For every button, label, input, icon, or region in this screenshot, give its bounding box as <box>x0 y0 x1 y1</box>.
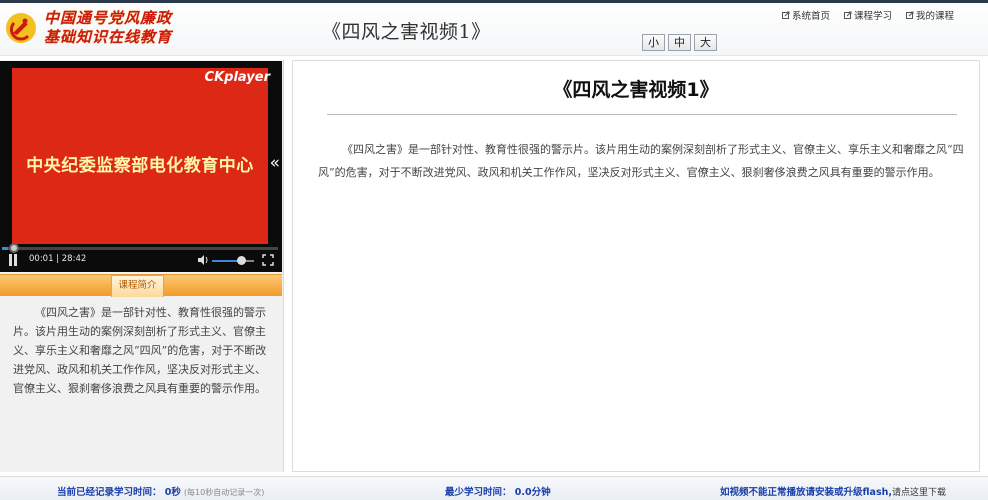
playback-time: 00:01 | 28:42 <box>29 254 87 264</box>
nav-course-study-label: 课程学习 <box>853 11 892 22</box>
video-screen[interactable]: 中央纪委监察部电化教育中心 <box>12 68 268 244</box>
nav-course-study-link[interactable]: 课程学习 <box>843 8 892 22</box>
flash-download-link[interactable]: 请点这里下载 <box>892 488 946 498</box>
nav-my-courses-link[interactable]: 我的课程 <box>905 8 954 22</box>
logo-line-2: 基础知识在线教育 <box>44 28 173 46</box>
volume-knob[interactable] <box>237 256 246 265</box>
min-study-time: 最少学习时间： 0.0分钟 <box>445 487 551 498</box>
recorded-time-status: 当前已经记录学习时间： 0秒 (每10秒自动记录一次) <box>57 484 264 498</box>
recorded-time-label: 当前已经记录学习时间： 0秒 <box>57 487 181 498</box>
nav-home-link[interactable]: 系统首页 <box>781 8 830 22</box>
top-nav: 系统首页 课程学习 我的课程 <box>781 8 954 22</box>
title-divider <box>327 114 957 115</box>
party-emblem-icon <box>6 13 36 43</box>
logo-line-1: 中国通号党风廉政 <box>44 9 173 27</box>
tab-course-intro[interactable]: 课程简介 <box>111 275 164 297</box>
font-medium-button[interactable]: 中 <box>668 34 691 51</box>
left-panel: 中央纪委监察部电化教育中心 CKplayer « 00:01 | 28:42 课… <box>0 60 284 472</box>
content-text: 《四风之害》是一部针对性、教育性很强的警示片。该片用生动的案例深刻剖析了形式主义… <box>318 143 964 179</box>
nav-home-label: 系统首页 <box>791 11 830 22</box>
player-controls: 00:01 | 28:42 <box>0 251 282 272</box>
flash-notice[interactable]: 如视频不能正常播放请安装或升级flash,请点这里下载 <box>720 484 946 498</box>
external-link-icon <box>905 11 914 19</box>
fullscreen-icon[interactable] <box>262 254 274 266</box>
progress-fill <box>2 247 8 250</box>
course-intro-text: 《四风之害》是一部针对性、教育性很强的警示片。该片用生动的案例深刻剖析了形式主义… <box>13 306 267 395</box>
player-brand: CKplayer <box>204 70 270 85</box>
site-logo[interactable]: 中国通号党风廉政 基础知识在线教育 <box>4 9 172 47</box>
nav-my-courses-label: 我的课程 <box>915 11 954 22</box>
intro-tab-bar: 课程简介 <box>0 274 282 297</box>
recorded-time-note: (每10秒自动记录一次) <box>183 488 265 497</box>
font-small-button[interactable]: 小 <box>642 34 665 51</box>
top-border <box>0 0 988 3</box>
header: 中国通号党风廉政 基础知识在线教育 《四风之害视频1》 小 中 大 系统首页 课… <box>0 0 988 56</box>
font-size-switcher: 小 中 大 <box>642 34 717 51</box>
pause-icon[interactable] <box>8 254 18 266</box>
flash-notice-text: 如视频不能正常播放请安装或升级flash, <box>720 487 892 498</box>
external-link-icon <box>781 11 790 19</box>
font-large-button[interactable]: 大 <box>694 34 717 51</box>
footer-status-bar: 当前已经记录学习时间： 0秒 (每10秒自动记录一次) 最少学习时间： 0.0分钟… <box>0 476 988 500</box>
volume-slider[interactable] <box>212 260 254 262</box>
progress-bar[interactable] <box>2 247 278 250</box>
video-player[interactable]: 中央纪委监察部电化教育中心 CKplayer « 00:01 | 28:42 <box>0 61 282 272</box>
volume-icon[interactable] <box>197 254 209 266</box>
video-frame-text: 中央纪委监察部电化教育中心 <box>26 156 254 176</box>
page-title: 《四风之害视频1》 <box>322 21 491 43</box>
collapse-arrow-icon[interactable]: « <box>270 153 280 173</box>
external-link-icon <box>843 11 852 19</box>
content-panel: 《四风之害视频1》 《四风之害》是一部针对性、教育性很强的警示片。该片用生动的案… <box>292 60 980 472</box>
content-title: 《四风之害视频1》 <box>553 79 719 101</box>
